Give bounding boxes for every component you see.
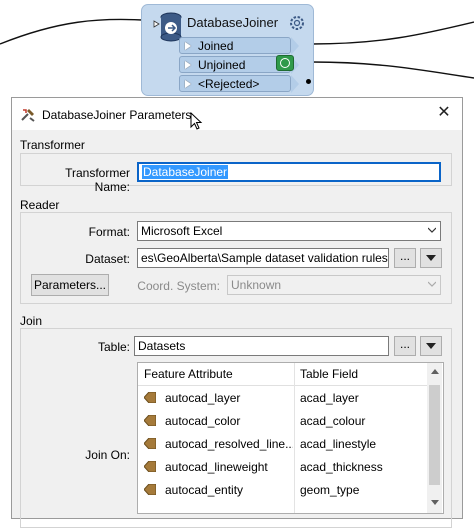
table-label: Table: (97, 340, 130, 354)
feature-attribute-cell[interactable]: autocad_color (165, 414, 293, 428)
table-value: Datasets (138, 339, 186, 353)
dialog-titlebar[interactable]: DatabaseJoiner Parameters ✕ (12, 98, 462, 130)
table-header: Feature Attribute Table Field (138, 363, 428, 386)
attribute-icon (144, 461, 156, 472)
dataset-value: es\GeoAlberta\Sample dataset validation … (141, 251, 389, 265)
table-row[interactable]: autocad_color acad_colour (138, 409, 428, 432)
attribute-icon (144, 484, 156, 495)
format-select[interactable]: Microsoft Excel (137, 221, 441, 241)
table-row[interactable]: autocad_lineweight acad_thickness (138, 455, 428, 478)
scroll-up-icon[interactable] (431, 369, 439, 374)
join-on-label: Join On: (85, 448, 130, 462)
table-row[interactable]: autocad_layer acad_layer (138, 386, 428, 409)
table-row[interactable]: autocad_resolved_line... acad_linestyle (138, 432, 428, 455)
reader-group-title: Reader (20, 198, 60, 212)
table-field-cell[interactable]: acad_thickness (300, 460, 383, 474)
reader-parameters-button[interactable]: Parameters... (31, 274, 109, 296)
scrollbar-thumb[interactable] (429, 385, 440, 485)
transformer-tools-icon (21, 109, 35, 122)
port-joined[interactable]: Joined (179, 37, 291, 54)
parameters-dialog: DatabaseJoiner Parameters ✕ Transformer … (11, 97, 463, 528)
table-browse-button[interactable]: ... (394, 336, 416, 356)
chevron-down-icon (428, 227, 436, 233)
column-header-table-field: Table Field (300, 367, 359, 381)
port-cap (291, 75, 299, 93)
table-scrollbar[interactable] (427, 363, 442, 513)
coord-system-select: Unknown (227, 275, 441, 295)
attribute-icon (144, 415, 156, 426)
dataset-label: Dataset: (85, 252, 130, 266)
coord-system-value: Unknown (231, 278, 282, 292)
feature-cache-inspect-icon[interactable] (276, 55, 294, 71)
dataset-menu-button[interactable] (420, 248, 442, 268)
feature-attribute-cell[interactable]: autocad_layer (165, 391, 293, 405)
join-group-title: Join (20, 314, 43, 328)
port-rejected[interactable]: <Rejected> (179, 75, 291, 92)
table-input[interactable]: Datasets (134, 336, 389, 356)
format-label: Format: (88, 225, 130, 239)
table-menu-button[interactable] (420, 336, 442, 356)
port-label: Unjoined (198, 58, 246, 72)
port-label: <Rejected> (198, 77, 260, 91)
join-on-table[interactable]: Feature Attribute Table Field autocad_la… (137, 362, 444, 514)
node-title: DatabaseJoiner (187, 15, 279, 30)
attribute-icon (144, 438, 156, 449)
transformer-group-title: Transformer (20, 138, 85, 152)
table-field-cell[interactable]: acad_linestyle (300, 437, 376, 451)
format-value: Microsoft Excel (141, 224, 223, 238)
dialog-title: DatabaseJoiner Parameters (42, 108, 192, 122)
workspace-canvas[interactable]: DatabaseJoiner Joined Unjoined <Rejected… (0, 0, 474, 110)
port-unjoined[interactable]: Unjoined (179, 56, 291, 73)
transformer-name-label: Transformer Name: (65, 166, 130, 194)
mouse-cursor-icon (190, 112, 203, 130)
table-field-cell[interactable]: geom_type (300, 483, 359, 497)
dataset-browse-button[interactable]: ... (394, 248, 416, 268)
port-cap (291, 37, 299, 55)
transformer-name-value: DatabaseJoiner (142, 165, 229, 179)
triangle-down-icon (426, 255, 436, 261)
port-connection-dot (306, 79, 311, 84)
feature-attribute-cell[interactable]: autocad_lineweight (165, 460, 293, 474)
feature-attribute-cell[interactable]: autocad_entity (165, 483, 293, 497)
table-field-cell[interactable]: acad_colour (300, 414, 365, 428)
chevron-down-icon (428, 281, 436, 287)
port-arrow-icon (185, 61, 191, 69)
attribute-icon (144, 392, 156, 403)
database-icon (153, 12, 182, 42)
transformer-name-input[interactable]: DatabaseJoiner (137, 162, 441, 182)
database-joiner-node[interactable]: DatabaseJoiner Joined Unjoined <Rejected… (141, 4, 314, 96)
coord-system-label: Coord. System: (137, 279, 220, 293)
close-icon[interactable]: ✕ (436, 105, 452, 121)
port-arrow-icon (185, 80, 191, 88)
gear-icon[interactable] (288, 14, 306, 32)
table-row[interactable]: autocad_entity geom_type (138, 478, 428, 501)
table-field-cell[interactable]: acad_layer (300, 391, 359, 405)
scroll-down-icon[interactable] (431, 500, 439, 505)
dataset-input[interactable]: es\GeoAlberta\Sample dataset validation … (137, 248, 389, 268)
port-label: Joined (198, 39, 234, 53)
port-arrow-icon (185, 42, 191, 50)
column-header-feature-attribute: Feature Attribute (144, 367, 233, 381)
feature-attribute-cell[interactable]: autocad_resolved_line... (165, 437, 293, 451)
triangle-down-icon (426, 343, 436, 349)
